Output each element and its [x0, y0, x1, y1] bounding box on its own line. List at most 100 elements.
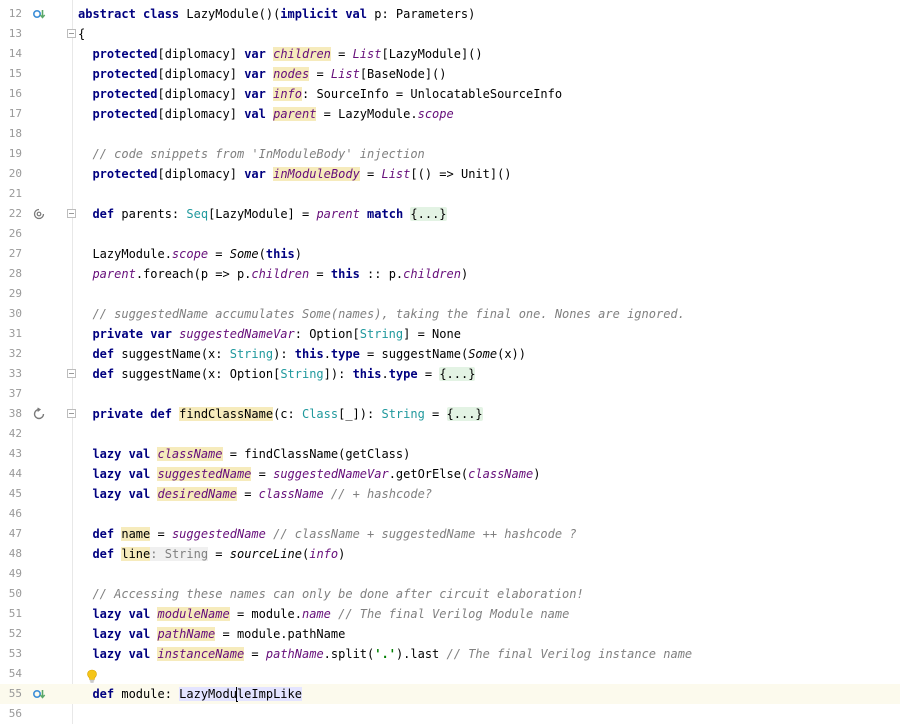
code-token: parent [316, 207, 360, 221]
code-text[interactable]: def suggestName(x: String): this.type = … [78, 344, 526, 364]
code-line[interactable]: 48 def line: String = sourceLine(info) [0, 544, 900, 564]
line-number: 21 [8, 187, 22, 200]
code-token: :: p. [359, 267, 404, 281]
recursive-call-icon[interactable] [32, 407, 46, 421]
code-line[interactable]: 13 { [0, 24, 900, 44]
code-token: .getOrElse( [388, 467, 469, 481]
code-line[interactable]: 22 def parents: Seq[LazyModule] = parent… [0, 204, 900, 224]
code-line[interactable]: 15 protected[diplomacy] var nodes = List… [0, 64, 900, 84]
code-text[interactable]: private var suggestedNameVar: Option[Str… [78, 324, 460, 344]
code-line[interactable]: 51 lazy val moduleName = module.name // … [0, 604, 900, 624]
code-text[interactable]: protected[diplomacy] var nodes = List[Ba… [78, 64, 447, 84]
code-token: = [359, 167, 382, 181]
code-text[interactable]: def name = suggestedName // className + … [78, 524, 577, 544]
implementing-icon[interactable] [32, 687, 46, 701]
code-token: = suggestName( [359, 347, 469, 361]
code-line[interactable]: 27 LazyModule.scope = Some(this) [0, 244, 900, 264]
code-text[interactable]: abstract class LazyModule()(implicit val… [78, 4, 475, 24]
code-token: def [92, 527, 122, 541]
code-text[interactable]: lazy val desiredName = className // + ha… [78, 484, 432, 504]
code-text[interactable]: def parents: Seq[LazyModule] = parent ma… [78, 204, 447, 224]
folded-code-region[interactable]: {...} [446, 407, 483, 421]
fold-toggle-icon[interactable] [67, 209, 76, 218]
code-line[interactable]: 19 // code snippets from 'InModuleBody' … [0, 144, 900, 164]
code-line[interactable]: 26 [0, 224, 900, 244]
code-line[interactable]: 37 [0, 384, 900, 404]
code-line[interactable]: 29 [0, 284, 900, 304]
code-text[interactable]: lazy val className = findClassName(getCl… [78, 444, 410, 464]
code-line[interactable]: 43 lazy val className = findClassName(ge… [0, 444, 900, 464]
code-line[interactable]: 53 lazy val instanceName = pathName.spli… [0, 644, 900, 664]
code-text[interactable]: { [78, 24, 85, 44]
code-token: lazy val [92, 487, 158, 501]
code-text[interactable]: // Accessing these names can only be don… [78, 584, 583, 604]
code-line[interactable]: 28 parent.foreach(p => p.children = this… [0, 264, 900, 284]
code-text[interactable]: // suggestedName accumulates Some(names)… [78, 304, 685, 324]
code-token: // The final Verilog Module name [338, 607, 570, 621]
code-line[interactable]: 16 protected[diplomacy] var info: Source… [0, 84, 900, 104]
code-line[interactable]: 32 def suggestName(x: String): this.type… [0, 344, 900, 364]
code-text[interactable]: parent.foreach(p => p.children = this ::… [78, 264, 468, 284]
code-token: . [323, 347, 331, 361]
code-token: ) [460, 267, 469, 281]
code-token: match [367, 207, 411, 221]
code-line[interactable]: 52 lazy val pathName = module.pathName [0, 624, 900, 644]
code-token: Seq [186, 207, 209, 221]
folded-code-region[interactable]: {...} [439, 367, 476, 381]
line-number: 54 [8, 667, 22, 680]
code-text[interactable]: LazyModule.scope = Some(this) [78, 244, 302, 264]
code-text[interactable]: protected[diplomacy] var inModuleBody = … [78, 164, 512, 184]
code-line[interactable]: 17 protected[diplomacy] val parent = Laz… [0, 104, 900, 124]
code-token: : SourceInfo = UnlocatableSourceInfo [302, 87, 563, 101]
code-line[interactable]: 49 [0, 564, 900, 584]
code-editor[interactable]: 12 abstract class LazyModule()(implicit v… [0, 4, 900, 724]
code-token: [diplomacy] [157, 87, 245, 101]
code-token: this [352, 367, 382, 381]
code-line[interactable]: 47 def name = suggestedName // className… [0, 524, 900, 544]
code-line[interactable]: 31 private var suggestedNameVar: Option[… [0, 324, 900, 344]
code-line[interactable]: 42 [0, 424, 900, 444]
code-line[interactable]: 21 [0, 184, 900, 204]
code-line[interactable]: 46 [0, 504, 900, 524]
code-text[interactable]: lazy val instanceName = pathName.split('… [78, 644, 692, 664]
code-line[interactable]: 44 lazy val suggestedName = suggestedNam… [0, 464, 900, 484]
fold-toggle-icon[interactable] [67, 369, 76, 378]
code-token: = [236, 487, 259, 501]
code-text[interactable]: lazy val suggestedName = suggestedNameVa… [78, 464, 540, 484]
code-line[interactable]: 20 protected[diplomacy] var inModuleBody… [0, 164, 900, 184]
fold-toggle-icon[interactable] [67, 409, 76, 418]
code-token: ).last [395, 647, 447, 661]
code-line[interactable]: 33 def suggestName(x: Option[String]): t… [0, 364, 900, 384]
code-line[interactable]: 45 lazy val desiredName = className // +… [0, 484, 900, 504]
code-text[interactable]: def module: LazyModuleImpLike [78, 684, 302, 704]
code-text[interactable]: private def findClassName(c: Class[_]): … [78, 404, 483, 424]
code-line[interactable]: 14 protected[diplomacy] var children = L… [0, 44, 900, 64]
code-line[interactable]: 12 abstract class LazyModule()(implicit v… [0, 4, 900, 24]
code-text[interactable]: protected[diplomacy] val parent = LazyMo… [78, 104, 454, 124]
code-token: findClassName [179, 407, 274, 421]
code-token: // suggestedName accumulates Some(names)… [92, 307, 685, 321]
code-line[interactable]: 30 // suggestedName accumulates Some(nam… [0, 304, 900, 324]
implementing-icon[interactable] [32, 7, 46, 21]
code-text[interactable]: protected[diplomacy] var children = List… [78, 44, 483, 64]
code-line[interactable]: 50 // Accessing these names can only be … [0, 584, 900, 604]
code-token: [BaseNode]() [359, 67, 447, 81]
code-text[interactable]: def line: String = sourceLine(info) [78, 544, 345, 564]
code-line[interactable]: 56 [0, 704, 900, 724]
intention-bulb-icon[interactable] [86, 669, 98, 683]
code-line[interactable]: 55 def module: LazyModuleImpLike [0, 684, 900, 704]
code-text[interactable]: protected[diplomacy] var info: SourceInf… [78, 84, 562, 104]
code-line[interactable]: 18 [0, 124, 900, 144]
code-line[interactable]: 54 [0, 664, 900, 684]
code-text[interactable]: // code snippets from 'InModuleBody' inj… [78, 144, 424, 164]
fold-toggle-icon[interactable] [67, 29, 76, 38]
code-text[interactable]: lazy val pathName = module.pathName [78, 624, 345, 644]
recursion-icon[interactable] [32, 207, 46, 221]
code-text[interactable]: lazy val moduleName = module.name // The… [78, 604, 569, 624]
code-line[interactable]: 38 private def findClassName(c: Class[_]… [0, 404, 900, 424]
folded-code-region[interactable]: {...} [410, 207, 447, 221]
code-text[interactable]: def suggestName(x: Option[String]): this… [78, 364, 476, 384]
